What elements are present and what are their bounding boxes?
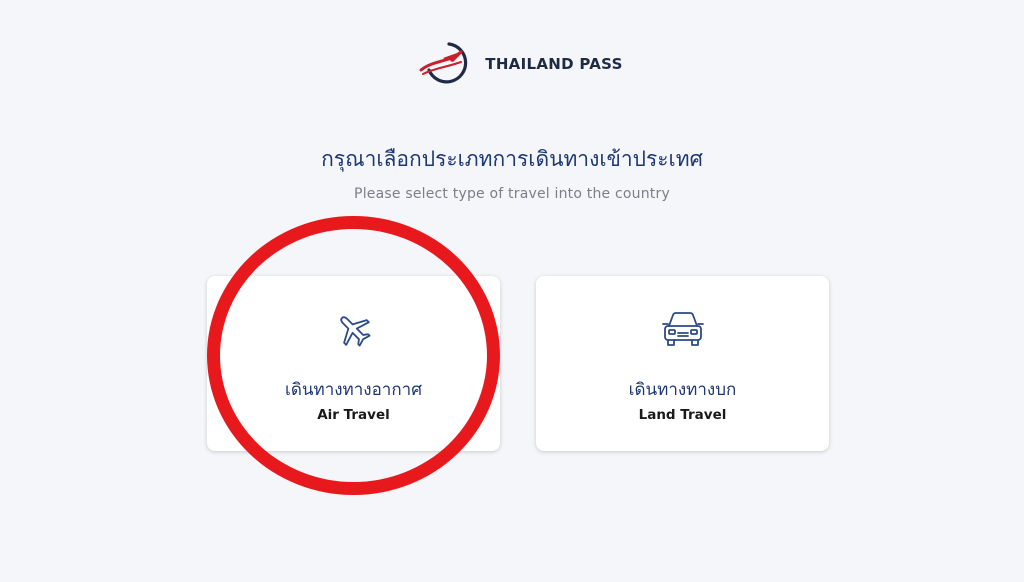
air-travel-label-thai: เดินทางทางอากาศ [285, 380, 422, 400]
page-subtitle: Please select type of travel into the co… [354, 186, 670, 202]
thailand-pass-logo-icon [417, 40, 473, 88]
car-icon [536, 310, 829, 350]
land-travel-label-thai: เดินทางทางบก [628, 380, 737, 400]
land-travel-card[interactable]: เดินทางทางบก Land Travel [536, 276, 829, 451]
page-title: กรุณาเลือกประเภทการเดินทางเข้าประเทศ [321, 147, 703, 171]
air-travel-card[interactable]: เดินทางทางอากาศ Air Travel [207, 276, 500, 451]
brand-name: THAILAND PASS [485, 55, 623, 73]
airplane-icon [207, 310, 500, 350]
header: THAILAND PASS [0, 40, 1024, 88]
air-travel-label: Air Travel [317, 407, 390, 423]
land-travel-label: Land Travel [638, 407, 727, 423]
brand-logo[interactable]: THAILAND PASS [417, 40, 622, 88]
